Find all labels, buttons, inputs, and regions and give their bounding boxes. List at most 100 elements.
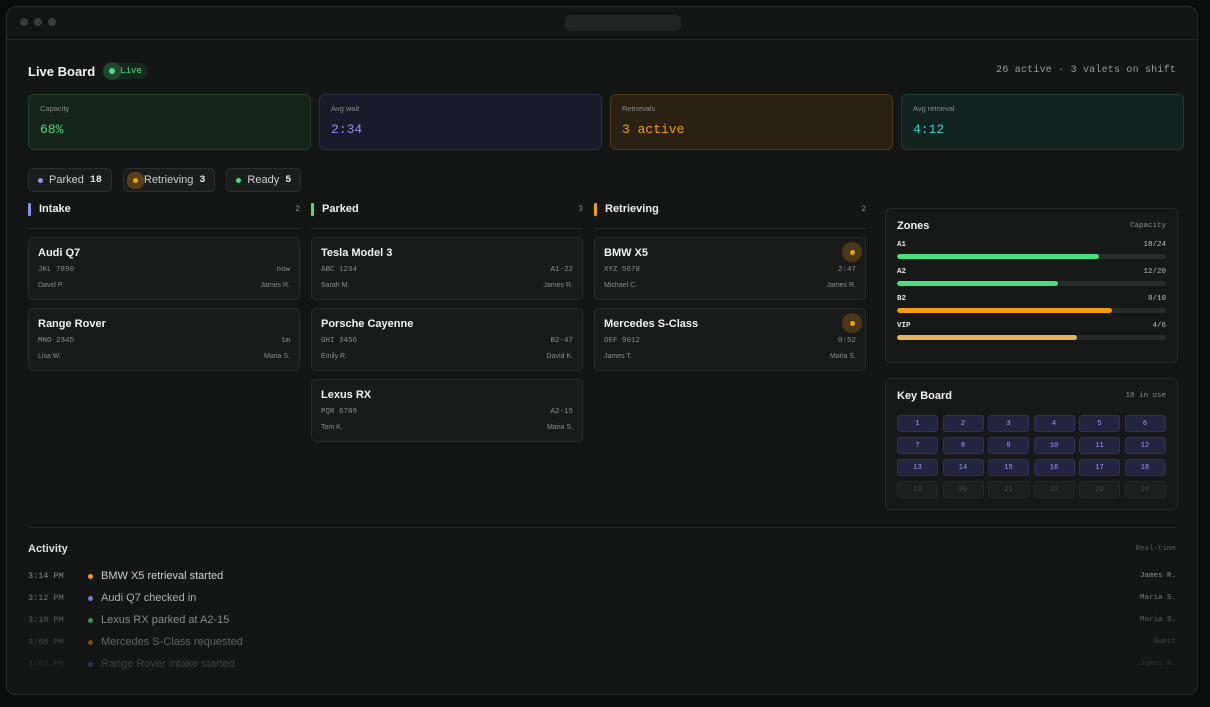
close-window-icon[interactable] xyxy=(20,18,28,26)
zones-panel: Zones Capacity A1 18/24 A2 12/20 B2 8/10 VI… xyxy=(885,208,1178,363)
key-slot[interactable]: 24 xyxy=(1124,481,1166,498)
filter-chip-parked[interactable]: Parked 18 xyxy=(28,168,112,192)
key-slot[interactable]: 11 xyxy=(1079,437,1120,454)
activity-time: 3:08 PM xyxy=(28,637,64,647)
valet-name: Maria S. xyxy=(829,353,856,360)
plate: GHI 3456 xyxy=(321,337,358,345)
key-grid: 1 2 3 4 5 6 7 8 9 10 11 12 13 14 15 16 17 18 19 20 21 22 23 24 xyxy=(897,415,1166,498)
zone-bar-fill xyxy=(897,254,1099,259)
key-slot[interactable]: 19 xyxy=(897,481,938,498)
filter-chip-ready[interactable]: Ready 5 xyxy=(226,168,302,192)
activity-time: 3:14 PM xyxy=(28,571,64,581)
window-controls xyxy=(20,18,56,26)
timer: 0:52 xyxy=(837,337,856,345)
key-slot[interactable]: 4 xyxy=(1033,415,1075,432)
key-slot[interactable]: 1 xyxy=(897,415,938,432)
activity-user: Guest xyxy=(1153,638,1176,646)
key-slot[interactable]: 12 xyxy=(1124,437,1166,454)
activity-user: James R. xyxy=(1139,660,1176,668)
car-name: Tesla Model 3 xyxy=(321,247,393,259)
vehicle-card[interactable]: Lexus RX PQR 6789 A2-15 Tom K. Maria S. xyxy=(311,379,583,442)
valet-name: Maria S. xyxy=(546,424,573,431)
minimize-window-icon[interactable] xyxy=(34,18,42,26)
zone-row-a2: A2 12/20 xyxy=(897,268,1166,286)
plate: PQR 6789 xyxy=(321,408,358,416)
valet-name: James R. xyxy=(260,282,290,289)
retrieving-pulse-icon xyxy=(842,242,862,262)
stat-label: Retrievals xyxy=(622,104,656,113)
chip-count: 5 xyxy=(285,174,292,186)
address-bar[interactable] xyxy=(565,15,681,31)
column-color-bar xyxy=(28,202,31,216)
key-slot[interactable]: 14 xyxy=(942,459,984,476)
key-slot[interactable]: 2 xyxy=(942,415,984,432)
activity-item: 3:08 PM Mercedes S-Class requested Guest xyxy=(28,631,1176,653)
key-slot[interactable]: 13 xyxy=(897,459,938,476)
plate: XYZ 5678 xyxy=(604,266,641,274)
key-slot[interactable]: 18 xyxy=(1124,459,1166,476)
key-slot[interactable]: 10 xyxy=(1033,437,1075,454)
key-slot[interactable]: 7 xyxy=(897,437,938,454)
activity-text: Lexus RX parked at A2-15 xyxy=(101,614,230,626)
key-slot[interactable]: 20 xyxy=(942,481,984,498)
zone-bar-track xyxy=(897,281,1166,286)
chip-count: 18 xyxy=(89,174,102,186)
app-window: Live Board Live 26 active · 3 valets on … xyxy=(6,6,1198,695)
column-title: Parked xyxy=(322,203,359,215)
column-color-bar xyxy=(311,202,314,216)
panel-title: Zones xyxy=(897,220,930,232)
vehicle-card[interactable]: Audi Q7 JKL 7890 now David P. James R. xyxy=(28,237,300,300)
activity-user: Maria S. xyxy=(1139,594,1176,602)
valet-name: Maria S. xyxy=(263,353,290,360)
key-slot[interactable]: 21 xyxy=(988,481,1029,498)
card-meta: A2-15 xyxy=(550,408,573,416)
key-slot[interactable]: 15 xyxy=(988,459,1029,476)
key-slot[interactable]: 23 xyxy=(1079,481,1120,498)
chip-label: Ready xyxy=(247,174,280,186)
key-slot[interactable]: 5 xyxy=(1079,415,1120,432)
activity-text: Mercedes S-Class requested xyxy=(101,636,243,648)
column-color-bar xyxy=(594,202,597,216)
key-slot[interactable]: 9 xyxy=(988,437,1029,454)
stat-value: 68% xyxy=(40,122,64,137)
vehicle-card[interactable]: Range Rover MNO 2345 1m Lisa W. Maria S. xyxy=(28,308,300,371)
filter-chip-retrieving[interactable]: Retrieving 3 xyxy=(122,168,216,192)
chip-count: 3 xyxy=(199,174,206,186)
column-title: Intake xyxy=(39,203,71,215)
activity-time: 3:02 PM xyxy=(28,659,64,669)
title-bar xyxy=(7,7,1197,40)
header-summary: 26 active · 3 valets on shift xyxy=(996,65,1176,76)
activity-feed: Activity Real-time 3:14 PM BMW X5 retrie… xyxy=(28,543,1176,675)
stat-label: Avg wait xyxy=(331,104,360,113)
key-board-panel: Key Board 18 in use 1 2 3 4 5 6 7 8 9 10 11 12 13 14 1… xyxy=(885,378,1178,510)
activity-dot-icon xyxy=(88,639,93,645)
key-slot[interactable]: 3 xyxy=(988,415,1029,432)
vehicle-card[interactable]: BMW X5 XYZ 5678 2:47 Michael C. James R. xyxy=(594,237,866,300)
column-retrieving: Retrieving 2 BMW X5 XYZ 5678 2:47 Michael… xyxy=(594,202,866,379)
zone-bar-fill xyxy=(897,308,1113,313)
live-dot-icon xyxy=(109,68,116,74)
stat-card-retrievals: Retrievals 3 active xyxy=(610,94,893,150)
zone-bar-fill xyxy=(897,281,1059,286)
car-name: Lexus RX xyxy=(321,389,372,401)
retrieving-pulse-icon xyxy=(842,313,862,333)
card-meta: A1-22 xyxy=(550,266,573,274)
activity-item: 3:14 PM BMW X5 retrieval started James R… xyxy=(28,565,1176,587)
key-slot[interactable]: 6 xyxy=(1124,415,1166,432)
car-name: BMW X5 xyxy=(604,247,648,259)
chip-label: Parked xyxy=(49,174,84,186)
column-count: 2 xyxy=(861,204,866,214)
vehicle-card[interactable]: Porsche Cayenne GHI 3456 B2-47 Emily R. Da… xyxy=(311,308,583,371)
zone-bar-track xyxy=(897,308,1166,313)
zone-bar-track xyxy=(897,335,1166,340)
key-slot[interactable]: 8 xyxy=(942,437,984,454)
key-slot[interactable]: 22 xyxy=(1033,481,1075,498)
vehicle-card[interactable]: Tesla Model 3 ABC 1234 A1-22 Sarah M. Jame… xyxy=(311,237,583,300)
activity-item: 3:12 PM Audi Q7 checked in Maria S. xyxy=(28,587,1176,609)
valet-name: David K. xyxy=(546,353,573,360)
key-slot[interactable]: 16 xyxy=(1033,459,1075,476)
vehicle-card[interactable]: Mercedes S-Class DEF 9012 0:52 James T. Ma… xyxy=(594,308,866,371)
key-slot[interactable]: 17 xyxy=(1079,459,1120,476)
maximize-window-icon[interactable] xyxy=(48,18,56,26)
zone-value: 4/6 xyxy=(1152,322,1166,330)
